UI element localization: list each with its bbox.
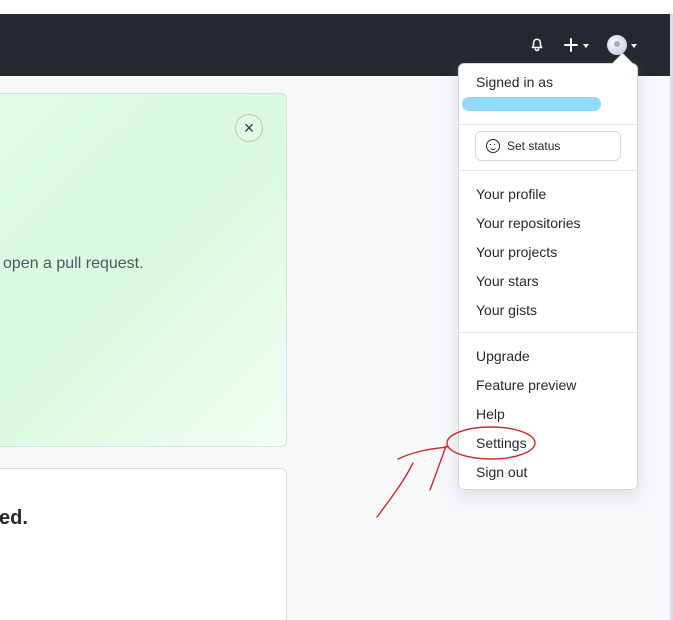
smiley-icon <box>486 139 500 153</box>
menu-divider <box>459 124 637 125</box>
menu-item-your-repositories[interactable]: Your repositories <box>476 215 581 231</box>
menu-divider <box>459 332 637 333</box>
content-card <box>0 468 287 620</box>
redacted-username <box>462 97 601 111</box>
menu-item-upgrade[interactable]: Upgrade <box>476 348 530 364</box>
signed-in-label: Signed in as <box>476 74 554 90</box>
app-screen: × open a pull request. ed. Signed in as … <box>0 0 673 620</box>
set-status-button[interactable]: Set status <box>475 131 621 161</box>
chevron-down-icon <box>583 44 589 48</box>
notifications-button[interactable] <box>527 33 547 57</box>
promo-text: open a pull request. <box>3 255 144 272</box>
menu-item-your-projects[interactable]: Your projects <box>476 244 557 260</box>
menu-item-your-gists[interactable]: Your gists <box>476 302 537 318</box>
menu-item-your-profile[interactable]: Your profile <box>476 186 546 202</box>
avatar-icon <box>607 35 627 55</box>
close-button[interactable]: × <box>235 114 263 142</box>
menu-divider <box>459 170 637 171</box>
menu-item-settings[interactable]: Settings <box>476 435 527 451</box>
menu-item-feature-preview[interactable]: Feature preview <box>476 377 576 393</box>
create-new-button[interactable] <box>561 33 591 57</box>
user-dropdown-menu: Signed in as Set status Your profile You… <box>458 52 638 490</box>
plus-icon <box>564 38 578 52</box>
set-status-label: Set status <box>507 139 561 153</box>
chevron-down-icon <box>631 44 637 48</box>
bell-icon <box>531 38 543 52</box>
content-card-heading: ed. <box>0 507 28 529</box>
menu-item-help[interactable]: Help <box>476 406 505 422</box>
menu-item-sign-out[interactable]: Sign out <box>476 464 527 480</box>
menu-item-your-stars[interactable]: Your stars <box>476 273 539 289</box>
